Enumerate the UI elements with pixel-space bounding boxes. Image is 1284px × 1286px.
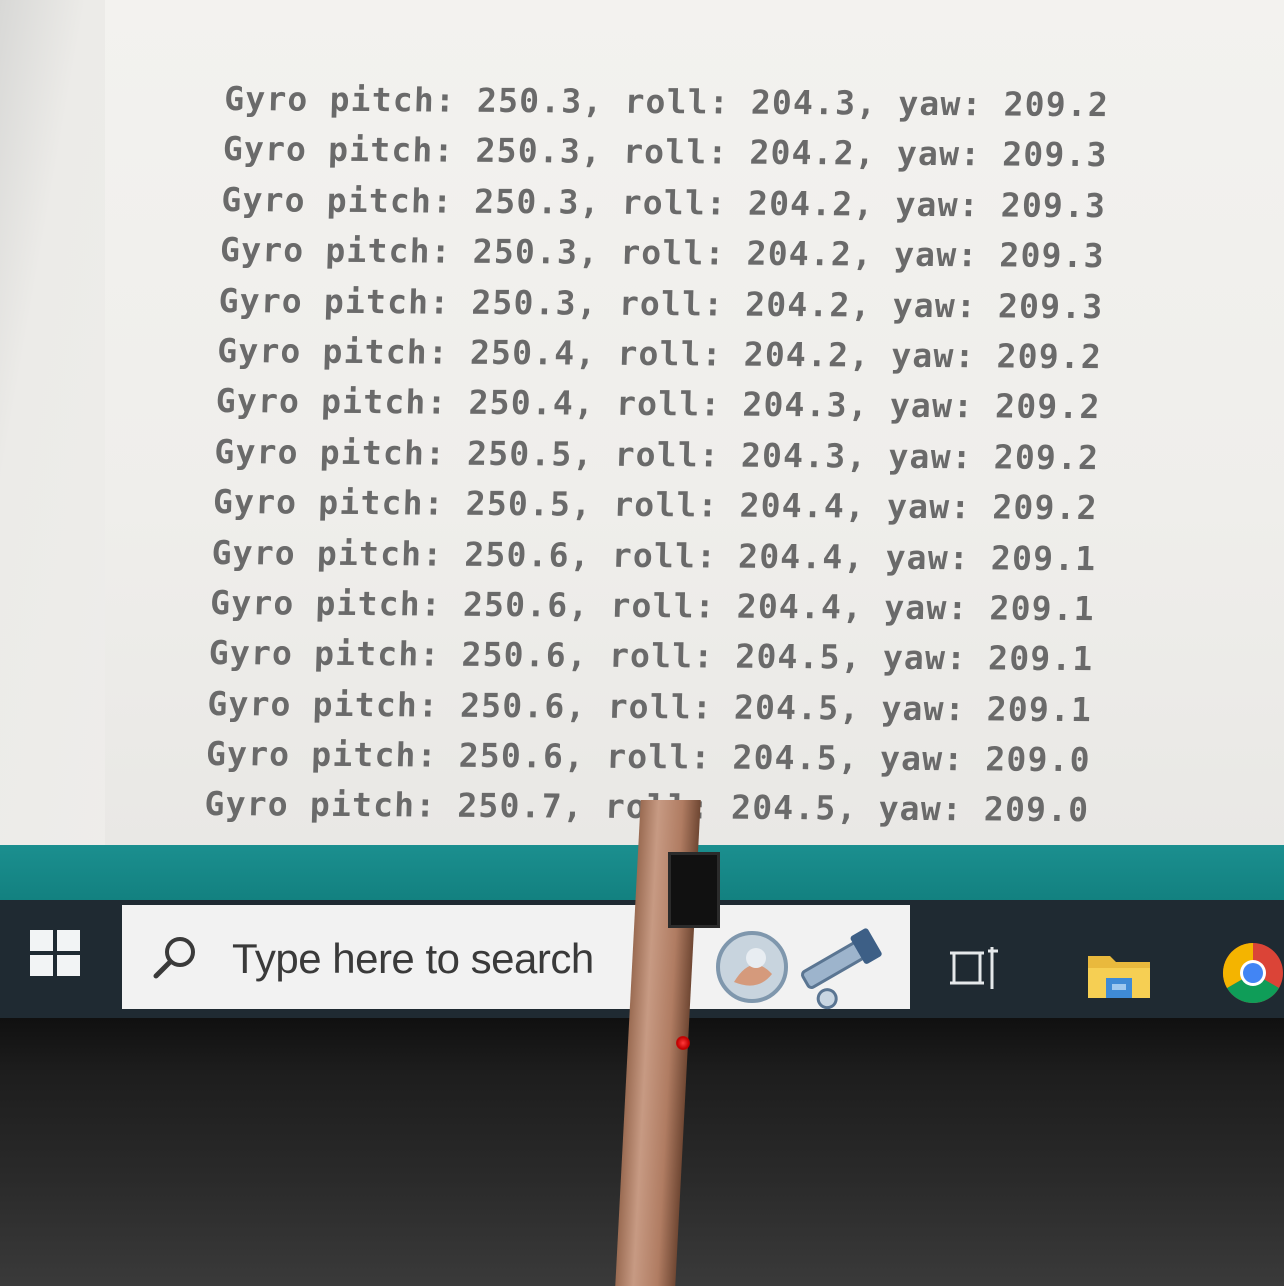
chrome-icon[interactable] [1222,942,1284,1004]
log-line: Gyro pitch: 250.6, roll: 204.5, yaw: 209… [206,683,1093,729]
log-line: Gyro pitch: 250.6, roll: 204.4, yaw: 209… [209,582,1096,629]
file-explorer-icon[interactable] [1086,948,1152,1000]
log-line: Gyro pitch: 250.3, roll: 204.2, yaw: 209… [220,179,1107,225]
serial-monitor-panel[interactable]: Gyro pitch: 250.3, roll: 204.3, yaw: 209… [105,0,1284,845]
log-line: Gyro pitch: 250.5, roll: 204.3, yaw: 209… [213,431,1100,477]
log-line: Gyro pitch: 250.3, roll: 204.2, yaw: 209… [219,230,1106,276]
task-view-icon[interactable] [950,945,1002,991]
log-line: Gyro pitch: 250.7, roll: 204.5, yaw: 209… [204,784,1090,830]
log-line: Gyro pitch: 250.3, roll: 204.2, yaw: 209… [218,280,1104,326]
log-line: Gyro pitch: 250.4, roll: 204.3, yaw: 209… [215,381,1102,427]
log-line: Gyro pitch: 250.6, roll: 204.4, yaw: 209… [211,532,1097,578]
board-led [676,1036,690,1050]
serial-log: Gyro pitch: 250.3, roll: 204.3, yaw: 209… [204,74,1225,837]
log-line: Gyro pitch: 250.3, roll: 204.3, yaw: 209… [223,78,1110,125]
board-connector [668,852,720,928]
log-line: Gyro pitch: 250.6, roll: 204.5, yaw: 209… [205,734,1092,780]
log-line: Gyro pitch: 250.3, roll: 204.2, yaw: 209… [222,129,1109,175]
log-line: Gyro pitch: 250.4, roll: 204.2, yaw: 209… [216,330,1103,377]
monitor-screen: Gyro pitch: 250.3, roll: 204.3, yaw: 209… [0,0,1284,845]
search-placeholder: Type here to search [232,935,594,982]
cortana-icon[interactable] [712,922,892,1017]
windows-start-icon[interactable] [30,930,82,978]
log-line: Gyro pitch: 250.5, roll: 204.4, yaw: 209… [212,482,1099,528]
log-line: Gyro pitch: 250.6, roll: 204.5, yaw: 209… [208,633,1095,679]
search-icon [153,937,195,979]
